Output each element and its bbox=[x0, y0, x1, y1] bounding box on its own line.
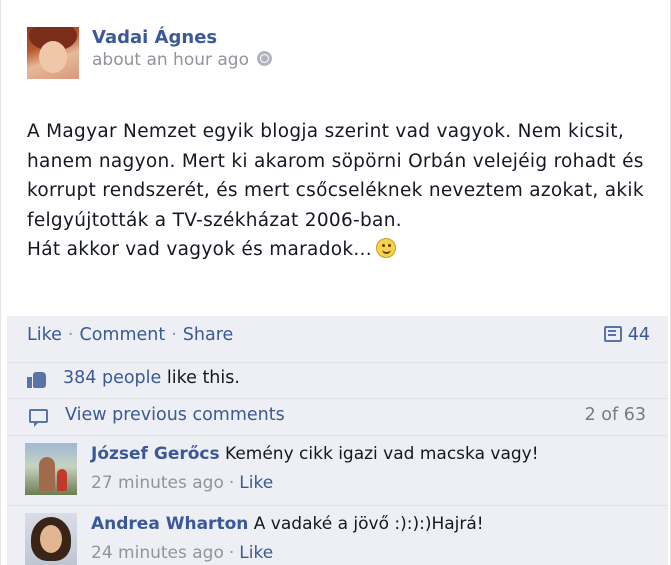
comment-count-value: 44 bbox=[627, 325, 650, 345]
avatar-face bbox=[39, 41, 67, 73]
commenter-avatar[interactable] bbox=[25, 513, 77, 565]
comments-shown-count: 2 of 63 bbox=[584, 405, 646, 425]
author-name[interactable]: Vadai Ágnes bbox=[92, 27, 217, 48]
post-paragraph-2-text: Hát akkor vad vagyok és maradok... bbox=[27, 239, 372, 260]
globe-icon[interactable] bbox=[257, 51, 273, 66]
comment-meta: 24 minutes ago · Like bbox=[91, 543, 273, 563]
comment-bubble-icon bbox=[29, 409, 48, 427]
comment-count[interactable]: 44 bbox=[603, 325, 650, 345]
post-paragraph-1: A Magyar Nemzet egyik blogja szerint vad… bbox=[27, 121, 644, 231]
comment-text: A vadaké a jövő :):):)Hajrá! bbox=[253, 514, 484, 534]
story-post: Vadai Ágnes about an hour ago A Magyar N… bbox=[0, 0, 671, 565]
thumbs-up-icon bbox=[27, 370, 47, 388]
author-avatar[interactable] bbox=[27, 27, 79, 79]
likes-summary: 384 people like this. bbox=[63, 368, 240, 388]
separator: · bbox=[228, 543, 235, 563]
action-bar: Like · Comment · Share 44 bbox=[7, 316, 668, 356]
post-body: A Magyar Nemzet egyik blogja szerint vad… bbox=[27, 117, 657, 265]
like-link[interactable]: Like bbox=[27, 325, 62, 345]
separator: · bbox=[228, 473, 235, 493]
comment-content: József Gerőcs Kemény cikk igazi vad macs… bbox=[91, 444, 539, 464]
commenter-name[interactable]: Andrea Wharton bbox=[91, 514, 248, 534]
comment-content: Andrea Wharton A vadaké a jövő :):):)Haj… bbox=[91, 514, 484, 534]
timestamp-text[interactable]: about an hour ago bbox=[92, 50, 249, 70]
comment-link[interactable]: Comment bbox=[79, 325, 165, 345]
separator: · bbox=[171, 325, 177, 345]
comment-like-link[interactable]: Like bbox=[239, 543, 273, 563]
commenter-avatar[interactable] bbox=[25, 443, 77, 495]
likes-suffix: like this. bbox=[166, 368, 240, 388]
comment-meta: 27 minutes ago · Like bbox=[91, 473, 273, 493]
commenter-name[interactable]: József Gerőcs bbox=[91, 444, 220, 464]
view-previous-comments-link[interactable]: View previous comments bbox=[65, 405, 285, 425]
separator: · bbox=[67, 325, 74, 345]
comment-item: József Gerőcs Kemény cikk igazi vad macs… bbox=[7, 435, 668, 504]
feedback-section: Like · Comment · Share 44 384 people like th… bbox=[7, 316, 668, 565]
comment-time[interactable]: 27 minutes ago bbox=[91, 473, 224, 493]
comment-like-link[interactable]: Like bbox=[239, 473, 273, 493]
action-links: Like · Comment · Share bbox=[27, 325, 233, 345]
post-paragraph-2: Hát akkor vad vagyok és maradok... bbox=[27, 235, 657, 265]
share-link[interactable]: Share bbox=[183, 325, 234, 345]
likes-count-link[interactable]: 384 people bbox=[63, 368, 161, 388]
comment-text: Kemény cikk igazi vad macska vagy! bbox=[225, 444, 539, 464]
post-timestamp: about an hour ago bbox=[92, 50, 273, 70]
smiley-icon bbox=[375, 238, 396, 258]
comment-time[interactable]: 24 minutes ago bbox=[91, 543, 224, 563]
comment-item: Andrea Wharton A vadaké a jövő :):):)Haj… bbox=[7, 505, 668, 565]
comment-list-icon bbox=[603, 326, 622, 342]
previous-comments-row: View previous comments 2 of 63 bbox=[7, 398, 668, 434]
likes-row: 384 people like this. bbox=[7, 362, 668, 397]
